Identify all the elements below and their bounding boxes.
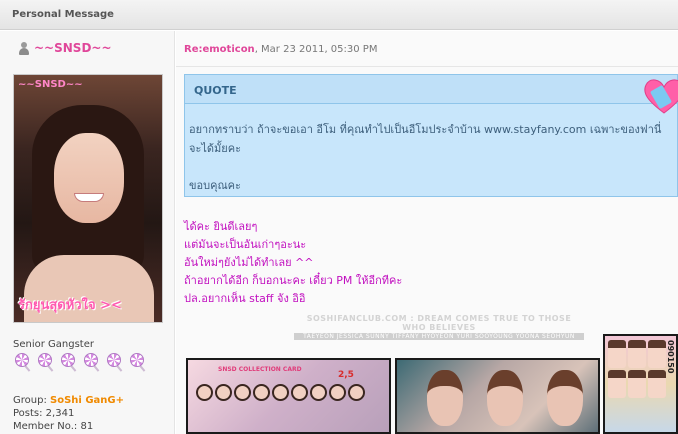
member-rank: Senior Gangster [13,339,94,350]
vertical-date-text: 090150 [666,340,675,374]
message-line: อันใหม่ๆยังไม่ได้ทำเลย ^^ [184,256,314,269]
member-info: Group: SoShi GanG+ Posts: 2,341 Member N… [13,394,124,433]
author-name[interactable]: ~~SNSD~~ [18,41,112,55]
collection-card-caption: SNSD COLLECTION CARD [218,366,302,373]
message-line: แต่มันจะเป็นอันเก่าๆอะนะ [184,238,307,251]
group-label: Group: [13,395,47,406]
message-text: ได้คะ ยินดีเลยๆ แต่มันจะเป็นอันเก่าๆอะนะ… [184,218,402,308]
author-panel: ~~SNSD~~ ~~SNSD~~ รักยุนสุดหัวใจ >< Seni… [0,31,175,434]
quote-label: QUOTE [185,75,677,104]
post-count: Posts: 2,341 [13,408,75,419]
rank-icons [13,351,148,372]
lollipop-icon [128,351,148,372]
quote-thanks: ขอบคุณคะ [189,179,241,192]
signature-image-2 [395,358,600,434]
user-icon [18,41,30,55]
group-value: SoShi GanG+ [50,395,124,406]
member-number: Member No.: 81 [13,421,94,432]
quote-box: QUOTE อยากทราบว่า ถ้าจะขอเอา อีโม ที่คุณ… [184,74,678,197]
message-line: ได้คะ ยินดีเลยๆ [184,220,258,233]
post-header: Re:emoticon, Mar 23 2011, 05:30 PM [184,44,378,55]
signature-line-2: TAEYEON JESSICA SUNNY TIFFANY HYOYEON YU… [294,333,584,340]
message-line: ถ้าอยากได้อีก ก็บอกนะคะ เดี๋ยว PM ให้อีก… [184,274,403,287]
signature-banner: SOSHIFANCLUB.COM : DREAM COMES TRUE TO T… [294,314,584,340]
signature-image-1: SNSD COLLECTION CARD 2,5 [186,358,391,434]
quote-text: อยากทราบว่า ถ้าจะขอเอา อีโม ที่คุณทำไปเป… [189,123,662,155]
avatar-tag: ~~SNSD~~ [18,79,83,90]
title-bar: Personal Message [0,0,678,30]
avatar: ~~SNSD~~ รักยุนสุดหัวใจ >< [13,74,163,323]
author-name-label[interactable]: ~~SNSD~~ [34,41,112,55]
signature-line-1: SOSHIFANCLUB.COM : DREAM COMES TRUE TO T… [306,314,572,332]
post-date: Mar 23 2011, 05:30 PM [261,44,378,55]
lollipop-icon [13,351,33,372]
lollipop-icon [82,351,102,372]
heart-phone-icon [644,79,678,114]
page-title: Personal Message [12,9,114,20]
lollipop-icon [105,351,125,372]
lollipop-icon [36,351,56,372]
lollipop-icon [59,351,79,372]
signature-image-3: 090150 [603,334,678,434]
collection-card-number: 2,5 [338,370,354,380]
post-subject[interactable]: Re:emoticon [184,44,255,55]
post-body: Re:emoticon, Mar 23 2011, 05:30 PM QUOTE… [176,31,678,434]
avatar-banner: รักยุนสุดหัวใจ >< [18,298,122,313]
message-line: ปล.อยากเห็น staff จัง อิอิ [184,292,306,305]
divider [176,66,678,67]
